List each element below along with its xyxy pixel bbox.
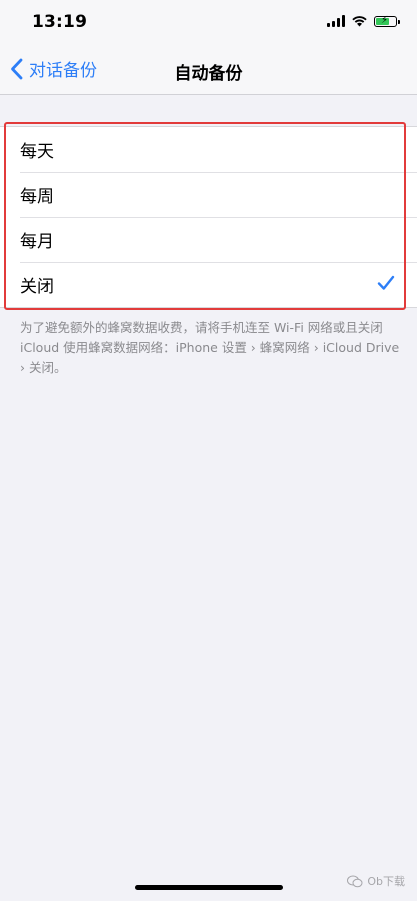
cellular-signal-icon <box>327 15 345 27</box>
option-label: 关闭 <box>20 277 54 297</box>
wechat-logo-icon <box>347 875 363 887</box>
status-time: 13:19 <box>32 12 88 32</box>
option-label: 每天 <box>20 142 54 162</box>
watermark-text: Ob下载 <box>367 875 405 888</box>
battery-icon: ⚡ <box>374 15 400 27</box>
home-indicator <box>135 885 283 890</box>
navigation-bar: 对话备份 自动备份 <box>0 46 417 95</box>
watermark: Ob下载 <box>347 873 405 889</box>
option-label: 每周 <box>20 187 54 207</box>
status-icons: ⚡ <box>327 15 400 27</box>
wifi-icon <box>352 16 367 27</box>
option-weekly[interactable]: 每周 <box>0 172 417 217</box>
option-daily[interactable]: 每天 <box>0 127 417 172</box>
status-bar: 13:19 ⚡ <box>0 0 417 46</box>
option-monthly[interactable]: 每月 <box>0 217 417 262</box>
option-off[interactable]: 关闭 <box>0 262 417 307</box>
backup-frequency-list: 每天 每周 每月 关闭 <box>0 126 417 308</box>
page-title: 自动备份 <box>174 64 243 84</box>
cellular-data-note: 为了避免额外的蜂窝数据收费，请将手机连至 Wi-Fi 网络或且关闭 iCloud… <box>20 320 400 375</box>
checkmark-icon <box>377 275 395 290</box>
option-label: 每月 <box>20 232 54 252</box>
